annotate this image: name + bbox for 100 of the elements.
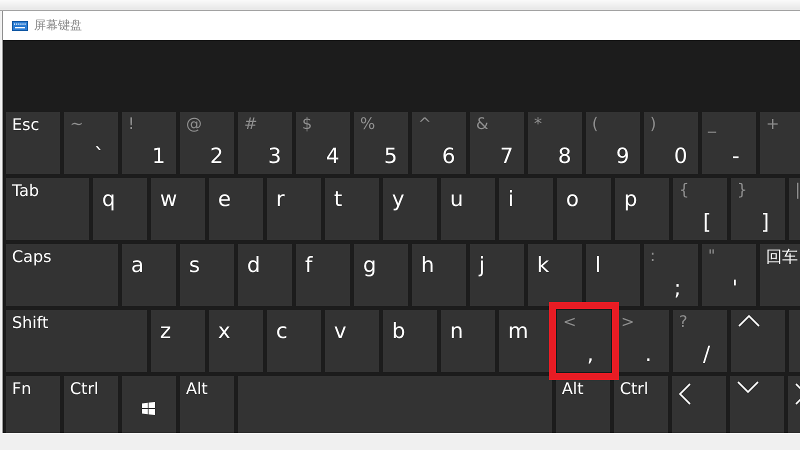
key-label: ` bbox=[94, 144, 104, 168]
key-label: v bbox=[334, 319, 346, 343]
key-label: , bbox=[587, 342, 594, 366]
key[interactable]: Ctrl bbox=[614, 376, 668, 433]
key[interactable]: t bbox=[325, 178, 379, 240]
key[interactable]: & 7 bbox=[470, 112, 524, 174]
key[interactable]: Ctrl bbox=[64, 376, 118, 433]
key[interactable]: z bbox=[151, 310, 205, 372]
shift-label: $ bbox=[302, 114, 312, 133]
key[interactable]: i bbox=[499, 178, 553, 240]
key-label: n bbox=[450, 319, 464, 343]
key[interactable]: y bbox=[383, 178, 437, 240]
key[interactable]: " ' bbox=[702, 244, 756, 306]
key[interactable]: x bbox=[209, 310, 263, 372]
key[interactable]: Tab bbox=[6, 178, 89, 240]
shift-label: ? bbox=[679, 312, 688, 331]
key-label: o bbox=[566, 187, 579, 211]
key-label: 6 bbox=[442, 144, 456, 168]
key[interactable]: Alt bbox=[180, 376, 234, 433]
key-label: Shift bbox=[12, 313, 48, 332]
key[interactable]: n bbox=[441, 310, 495, 372]
key[interactable]: : ; bbox=[644, 244, 698, 306]
key-label: ; bbox=[674, 276, 682, 300]
key[interactable]: ~ ` bbox=[64, 112, 118, 174]
key[interactable]: q bbox=[93, 178, 147, 240]
key[interactable]: < , bbox=[557, 310, 611, 372]
key-label: 回车 bbox=[766, 247, 798, 268]
key-label: Fn bbox=[12, 379, 32, 398]
key[interactable]: $ 4 bbox=[296, 112, 350, 174]
key-label: 5 bbox=[384, 144, 398, 168]
key-label: 3 bbox=[268, 144, 282, 168]
key[interactable]: ? / bbox=[673, 310, 727, 372]
key-label: p bbox=[624, 187, 638, 211]
key[interactable]: { [ bbox=[673, 178, 727, 240]
key[interactable]: r bbox=[267, 178, 321, 240]
key-label: Alt bbox=[562, 379, 584, 398]
keyboard-icon bbox=[12, 20, 28, 30]
key[interactable]: } ] bbox=[731, 178, 785, 240]
key-label: m bbox=[508, 319, 528, 343]
key[interactable]: Fn bbox=[6, 376, 60, 433]
key-label: j bbox=[479, 253, 485, 277]
key-label: Caps bbox=[12, 247, 52, 266]
key-label: i bbox=[508, 187, 514, 211]
key[interactable]: ! 1 bbox=[122, 112, 176, 174]
shift-label: & bbox=[476, 114, 488, 133]
key[interactable]: Esc bbox=[6, 112, 60, 174]
key[interactable]: ^ 6 bbox=[412, 112, 466, 174]
key[interactable]: Shift bbox=[6, 310, 147, 372]
key[interactable]: k bbox=[528, 244, 582, 306]
windows-key[interactable] bbox=[122, 376, 176, 433]
key-label: Alt bbox=[186, 379, 208, 398]
key-label: k bbox=[537, 253, 550, 277]
key[interactable]: @ 2 bbox=[180, 112, 234, 174]
key[interactable]: v bbox=[325, 310, 379, 372]
key-label: b bbox=[392, 319, 406, 343]
key[interactable]: c bbox=[267, 310, 321, 372]
shift-label: # bbox=[244, 114, 258, 133]
key[interactable]: a bbox=[122, 244, 176, 306]
key[interactable]: * 8 bbox=[528, 112, 582, 174]
key[interactable]: j bbox=[470, 244, 524, 306]
key-label: e bbox=[218, 187, 231, 211]
shift-label: + bbox=[766, 114, 780, 133]
key[interactable]: u bbox=[441, 178, 495, 240]
key[interactable]: g bbox=[354, 244, 408, 306]
shift-label: _ bbox=[708, 114, 716, 133]
key[interactable]: s bbox=[180, 244, 234, 306]
chevron-left-icon bbox=[678, 382, 692, 406]
key[interactable]: % 5 bbox=[354, 112, 408, 174]
key[interactable]: e bbox=[209, 178, 263, 240]
key[interactable]: # 3 bbox=[238, 112, 292, 174]
key[interactable]: h bbox=[412, 244, 466, 306]
key-label: 9 bbox=[616, 144, 630, 168]
key[interactable]: o bbox=[557, 178, 611, 240]
key-label: . bbox=[645, 342, 652, 366]
key-label: h bbox=[421, 253, 434, 277]
key-label: [ bbox=[703, 210, 712, 234]
key-label: f bbox=[305, 253, 312, 277]
key[interactable]: | bbox=[789, 178, 800, 240]
window-title: 屏幕键盘 bbox=[34, 17, 82, 34]
key-label: ] bbox=[761, 210, 770, 234]
key[interactable]: 回车 bbox=[760, 244, 800, 306]
key[interactable]: l bbox=[586, 244, 640, 306]
key-label: 0 bbox=[674, 144, 688, 168]
key[interactable]: d bbox=[238, 244, 292, 306]
space-key[interactable] bbox=[238, 376, 552, 433]
key[interactable]: p bbox=[615, 178, 669, 240]
key-label: Esc bbox=[12, 115, 40, 134]
key[interactable]: w bbox=[151, 178, 205, 240]
key[interactable]: b bbox=[383, 310, 437, 372]
key[interactable]: + bbox=[760, 112, 800, 174]
key[interactable]: _ - bbox=[702, 112, 756, 174]
windows-logo-icon bbox=[142, 402, 155, 415]
key[interactable]: ( 9 bbox=[586, 112, 640, 174]
key-label: q bbox=[102, 187, 116, 211]
shift-label: " bbox=[708, 246, 716, 265]
key[interactable]: Caps bbox=[6, 244, 118, 306]
shift-label: ( bbox=[592, 114, 598, 133]
key[interactable]: ) 0 bbox=[644, 112, 698, 174]
key-label: Ctrl bbox=[70, 379, 98, 398]
key[interactable]: f bbox=[296, 244, 350, 306]
